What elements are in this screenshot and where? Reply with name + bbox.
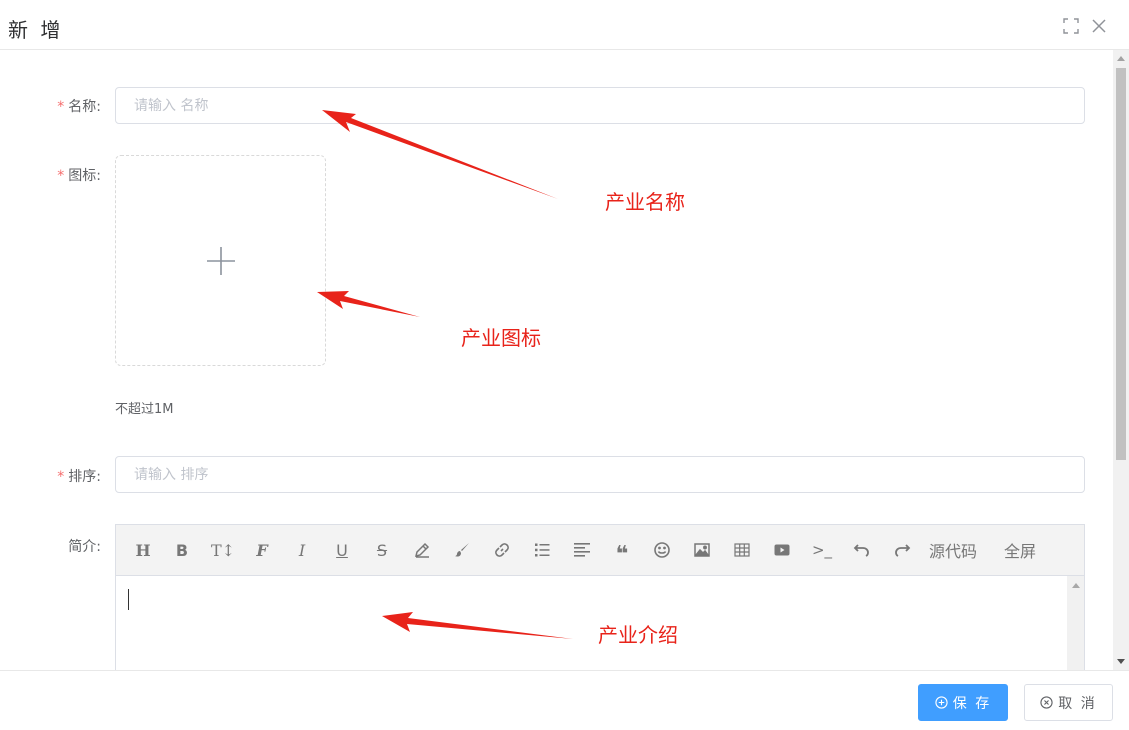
emoticon-icon[interactable] xyxy=(649,537,675,563)
sort-label: * 排序: xyxy=(57,469,101,485)
icon-label: * 图标: xyxy=(57,168,101,184)
dialog-footer: 保 存 取 消 xyxy=(0,670,1129,730)
heading-button[interactable]: H xyxy=(130,537,156,563)
text-caret xyxy=(128,589,129,610)
name-input[interactable] xyxy=(115,87,1085,124)
underline-button[interactable]: U xyxy=(329,537,355,563)
scroll-down-arrow-icon[interactable] xyxy=(1117,659,1125,664)
required-mark: * xyxy=(57,469,65,485)
cancel-button[interactable]: 取 消 xyxy=(1024,684,1113,721)
scroll-thumb[interactable] xyxy=(1116,68,1126,460)
sort-input[interactable] xyxy=(115,456,1085,493)
bold-button[interactable]: B xyxy=(169,537,195,563)
undo-icon[interactable] xyxy=(849,537,875,563)
scroll-up-arrow-icon[interactable] xyxy=(1072,583,1080,588)
strikethrough-button[interactable]: S xyxy=(369,537,395,563)
maximize-icon[interactable] xyxy=(1062,17,1080,35)
editor-toolbar: H B T↕ F I U S ❝ >_ 源代码 全屏 xyxy=(116,525,1084,576)
code-icon[interactable]: >_ xyxy=(809,537,835,563)
text-color-icon[interactable] xyxy=(409,537,435,563)
required-mark: * xyxy=(57,168,65,184)
align-icon[interactable] xyxy=(569,537,595,563)
brush-icon[interactable] xyxy=(449,537,475,563)
italic-button[interactable]: I xyxy=(289,537,315,563)
icon-upload[interactable] xyxy=(115,155,326,366)
annotation-icon: 产业图标 xyxy=(461,326,541,350)
close-icon[interactable] xyxy=(1090,17,1108,35)
source-code-button[interactable]: 源代码 xyxy=(929,537,977,563)
editor-scrollbar[interactable] xyxy=(1067,576,1084,670)
annotation-intro: 产业介绍 xyxy=(598,623,678,647)
image-icon[interactable] xyxy=(689,537,715,563)
list-icon[interactable] xyxy=(529,537,555,563)
dialog-scrollbar[interactable] xyxy=(1113,50,1129,670)
upload-tip: 不超过1M xyxy=(115,402,174,417)
quote-icon[interactable]: ❝ xyxy=(609,537,635,567)
dialog-header: 新 增 xyxy=(0,0,1129,50)
table-icon[interactable] xyxy=(729,537,755,563)
dialog-title: 新 增 xyxy=(8,18,64,42)
save-button[interactable]: 保 存 xyxy=(918,684,1008,721)
dialog-body: *名称: *图标: 不超过1M *排序: 简介: H B T↕ xyxy=(0,50,1129,670)
required-mark: * xyxy=(57,99,65,115)
scroll-up-arrow-icon[interactable] xyxy=(1117,56,1125,61)
link-icon[interactable] xyxy=(489,537,515,563)
name-label: * 名称: xyxy=(57,99,101,115)
fullscreen-button[interactable]: 全屏 xyxy=(1004,537,1036,563)
plus-circle-icon xyxy=(935,696,948,709)
intro-label: 简介: xyxy=(68,539,101,555)
add-dialog: 新 增 *名称: *图标: 不超过1 xyxy=(0,0,1129,730)
video-icon[interactable] xyxy=(769,537,795,563)
font-size-button[interactable]: T↕ xyxy=(210,537,236,563)
close-circle-icon xyxy=(1040,696,1053,709)
annotation-name: 产业名称 xyxy=(605,190,685,214)
font-family-button[interactable]: F xyxy=(249,537,275,563)
plus-icon xyxy=(207,247,235,275)
rich-text-editor: H B T↕ F I U S ❝ >_ 源代码 全屏 xyxy=(115,524,1085,670)
redo-icon[interactable] xyxy=(889,537,915,563)
